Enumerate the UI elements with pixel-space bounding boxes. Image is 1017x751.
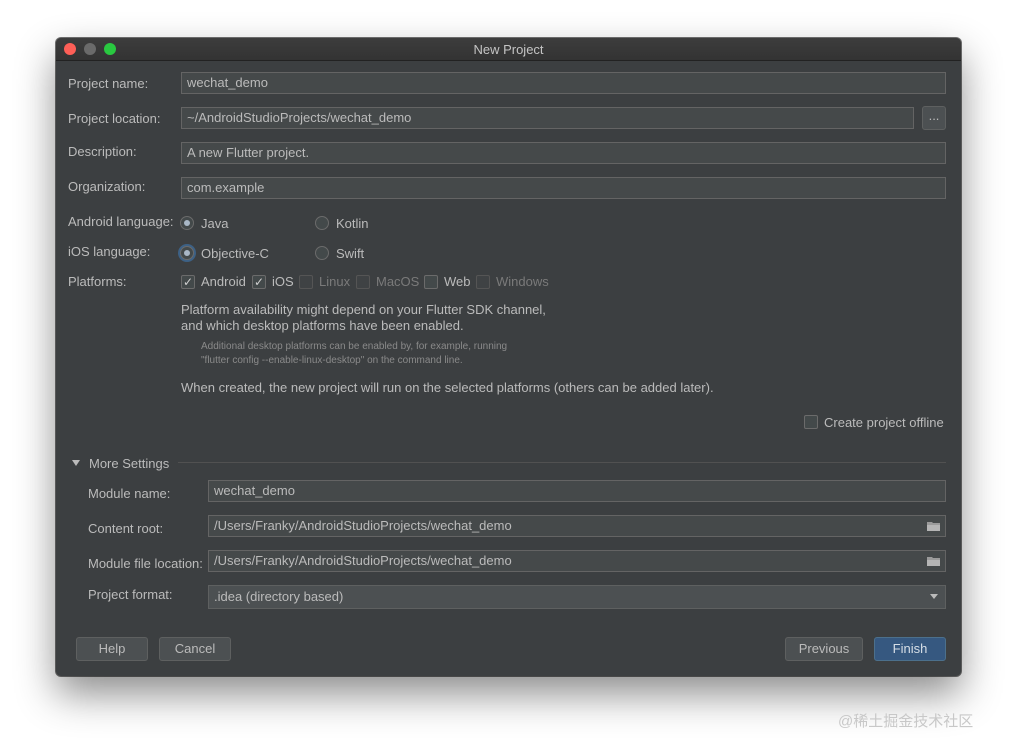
title-bar: New Project — [56, 38, 961, 61]
web-platform-label: Web — [444, 274, 471, 289]
android-platform-label: Android — [201, 274, 246, 289]
macos-checkbox — [356, 275, 370, 289]
kotlin-radio[interactable] — [315, 216, 329, 230]
project-format-label: Project format: — [88, 587, 173, 602]
linux-checkbox — [299, 275, 313, 289]
content-root-input[interactable]: /Users/Franky/AndroidStudioProjects/wech… — [208, 515, 946, 537]
more-settings-divider — [178, 462, 946, 463]
content-root-label: Content root: — [88, 521, 164, 536]
created-platforms-note: When created, the new project will run o… — [181, 380, 714, 395]
project-name-label: Project name: — [68, 76, 149, 91]
java-option-label: Java — [201, 216, 229, 231]
previous-button[interactable]: Previous — [785, 637, 863, 661]
watermark: @稀土掘金技术社区 — [838, 713, 974, 730]
browse-location-button[interactable]: ... — [922, 106, 946, 130]
java-radio[interactable] — [180, 216, 194, 230]
desktop-hint: Additional desktop platforms can be enab… — [201, 340, 507, 368]
objective-c-option-label: Objective-C — [201, 246, 269, 261]
module-file-location-value: /Users/Franky/AndroidStudioProjects/wech… — [214, 553, 512, 568]
module-name-label: Module name: — [88, 486, 171, 501]
content-root-value: /Users/Franky/AndroidStudioProjects/wech… — [214, 518, 512, 533]
organization-label: Organization: — [68, 179, 146, 194]
cancel-button[interactable]: Cancel — [159, 637, 231, 661]
folder-icon[interactable] — [927, 556, 940, 566]
desktop-hint-line1: Additional desktop platforms can be enab… — [201, 341, 508, 352]
module-file-location-label: Module file location: — [88, 556, 203, 571]
project-location-input[interactable]: ~/AndroidStudioProjects/wechat_demo — [181, 107, 914, 129]
windows-platform-label: Windows — [496, 274, 549, 289]
swift-option-label: Swift — [336, 246, 365, 261]
project-format-value: .idea (directory based) — [214, 589, 344, 604]
linux-platform-label: Linux — [319, 274, 351, 289]
folder-icon[interactable] — [927, 521, 940, 531]
collapse-triangle-icon[interactable] — [72, 460, 80, 466]
desktop-hint-line2: "flutter config --enable-linux-desktop" … — [201, 355, 463, 366]
platforms-label: Platforms: — [68, 274, 127, 289]
macos-platform-label: MacOS — [376, 274, 420, 289]
objective-c-radio[interactable] — [180, 246, 194, 260]
more-settings-title[interactable]: More Settings — [89, 456, 169, 471]
finish-button[interactable]: Finish — [874, 637, 946, 661]
ios-platform-label: iOS — [272, 274, 294, 289]
project-name-input[interactable]: wechat_demo — [181, 72, 946, 94]
web-checkbox[interactable] — [424, 275, 438, 289]
chevron-down-icon — [930, 594, 938, 599]
platform-availability-note-line2: and which desktop platforms have been en… — [181, 318, 464, 333]
module-name-input[interactable]: wechat_demo — [208, 480, 946, 502]
android-language-label: Android language: — [68, 214, 174, 229]
window-title: New Project — [473, 42, 544, 57]
ios-language-label: iOS language: — [68, 244, 151, 259]
project-format-select[interactable]: .idea (directory based) — [208, 585, 946, 609]
new-project-dialog: New Project Project name: wechat_demo Pr… — [56, 38, 961, 676]
kotlin-option-label: Kotlin — [336, 216, 369, 231]
platform-availability-note-line1: Platform availability might depend on yo… — [181, 302, 546, 317]
organization-input[interactable]: com.example — [181, 177, 946, 199]
module-file-location-input[interactable]: /Users/Franky/AndroidStudioProjects/wech… — [208, 550, 946, 572]
create-offline-checkbox[interactable] — [804, 415, 818, 429]
swift-radio[interactable] — [315, 246, 329, 260]
create-offline-label: Create project offline — [824, 415, 944, 430]
android-checkbox[interactable]: ✓ — [181, 275, 195, 289]
help-button[interactable]: Help — [76, 637, 148, 661]
description-label: Description: — [68, 144, 137, 159]
description-input[interactable]: A new Flutter project. — [181, 142, 946, 164]
project-location-label: Project location: — [68, 111, 161, 126]
windows-checkbox — [476, 275, 490, 289]
ios-checkbox[interactable]: ✓ — [252, 275, 266, 289]
